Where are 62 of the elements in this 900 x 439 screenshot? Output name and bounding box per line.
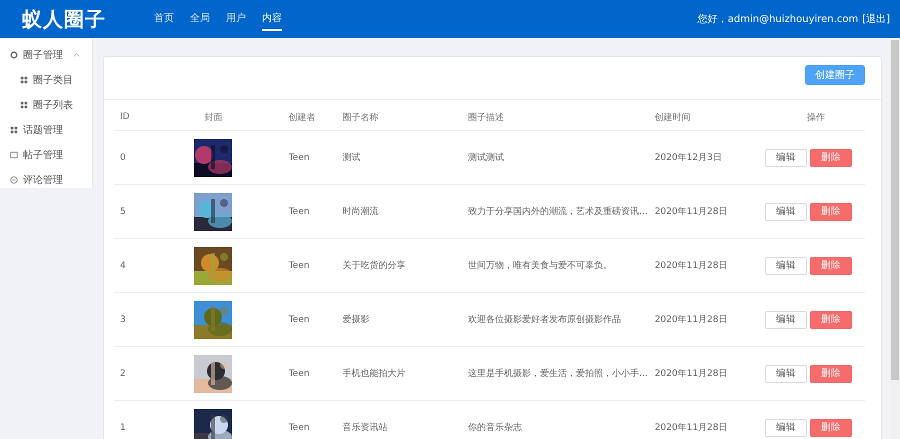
table-cell: 手机也能拍大片: [342, 369, 406, 379]
column-header: ID: [114, 104, 192, 130]
grid-icon: [20, 76, 28, 84]
edit-button[interactable]: 编辑: [765, 148, 807, 166]
edit-button[interactable]: 编辑: [765, 364, 807, 382]
table-cell: 时尚潮流: [342, 207, 378, 217]
gear-icon: [10, 50, 18, 58]
column-header: 圈子描述: [467, 104, 649, 130]
table-cell: 4: [120, 260, 126, 270]
table-cell: 音乐资讯站: [342, 423, 388, 433]
table-cell: 2020年11月28日: [654, 315, 728, 325]
nav-link[interactable]: 内容: [262, 7, 282, 31]
sidebar-subitem[interactable]: 圈子类目: [0, 67, 92, 92]
table-cell: 2020年12月3日: [654, 153, 722, 163]
logout-link[interactable]: [退出]: [862, 12, 890, 26]
table-cell: Teen: [288, 314, 310, 324]
table-cell: 1: [120, 422, 126, 432]
table-cell: 你的音乐杂志: [468, 423, 522, 433]
table-cell: Teen: [288, 422, 310, 432]
sidebar-item[interactable]: 圈子管理: [0, 42, 92, 67]
table-cell: 2020年11月28日: [654, 261, 728, 271]
edit-button[interactable]: 编辑: [765, 418, 807, 436]
edit-button[interactable]: 编辑: [765, 256, 807, 274]
grid-icon: [20, 100, 28, 108]
table-cell: 关于吃货的分享: [342, 261, 406, 271]
column-header: 封面: [192, 104, 288, 130]
table-cell: Teen: [288, 152, 310, 162]
edit-button[interactable]: 编辑: [765, 202, 807, 220]
table-cell: 世间万物，唯有美食与爱不可辜负。: [468, 261, 612, 271]
table-cell: Teen: [288, 368, 310, 378]
column-header: 创建时间: [648, 104, 764, 130]
nav-link[interactable]: 全局: [190, 7, 210, 31]
table-cell: 爱摄影: [342, 315, 370, 325]
nav-link[interactable]: 用户: [226, 7, 246, 31]
table-cell: 2020年11月28日: [654, 369, 728, 379]
table-cell: 测试: [342, 153, 360, 163]
column-header: 操作: [764, 104, 865, 130]
logo: 蚁人圈子: [22, 6, 107, 32]
table-cell: 2020年11月28日: [654, 207, 728, 217]
sidebar-subitem[interactable]: 圈子列表: [0, 92, 92, 117]
table-cell: 欢迎各位摄影爱好者发布原创摄影作品: [468, 315, 622, 325]
column-header: 圈子名称: [341, 104, 468, 130]
greeting-text: 您好，admin@huizhouyiren.com: [698, 13, 858, 26]
table-cell: 这里是手机摄影，爱生活，爱拍照，小小手...: [468, 369, 648, 379]
table-cell: 3: [120, 314, 126, 324]
column-header: 创建者: [288, 104, 342, 130]
table-cell: 测试测试: [468, 153, 504, 163]
table-cell: 5: [120, 206, 126, 216]
table-cell: 2020年11月28日: [654, 423, 728, 433]
scrollbar[interactable]: [890, 38, 900, 439]
nav-link[interactable]: 首页: [154, 7, 174, 31]
table-cell: Teen: [288, 206, 310, 216]
table-cell: 致力于分享国内外的潮流，艺术及重磅资讯...: [468, 207, 648, 217]
sidebar-item[interactable]: 评论管理: [0, 167, 92, 192]
table-cell: Teen: [288, 260, 310, 270]
table-cell: 2: [120, 368, 126, 378]
sidebar-item[interactable]: 话题管理: [0, 117, 92, 142]
sidebar-item[interactable]: 帖子管理: [0, 142, 92, 167]
grid-icon: [10, 126, 18, 134]
edit-button[interactable]: 编辑: [765, 310, 807, 328]
table-cell: 0: [120, 152, 126, 162]
chat-icon: [10, 176, 18, 184]
